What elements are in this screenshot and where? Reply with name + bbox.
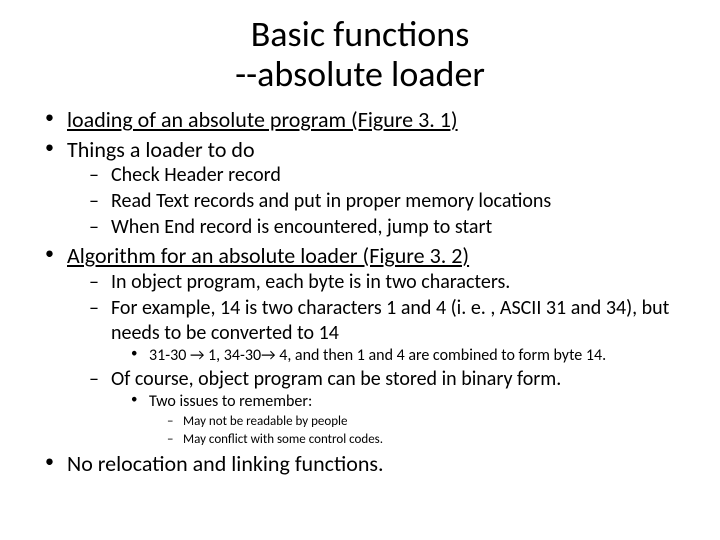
sub-binary-form-text: Of course, object program can be stored … — [111, 367, 561, 391]
slide: Basic functions --absolute loader loadin… — [0, 0, 720, 540]
sub-binary-form: Of course, object program can be stored … — [67, 367, 695, 448]
sub-object-byte: In object program, each byte is in two c… — [67, 270, 695, 295]
sub-example-14-text: For example, 14 is two characters 1 and … — [111, 296, 669, 345]
sub-two-issues: Two issues to remember: May not be reada… — [111, 392, 695, 448]
issues-sublist: May not be readable by people May confli… — [149, 413, 695, 448]
bullet-things-text: Things a loader to do — [67, 136, 255, 163]
bullet-things: Things a loader to do Check Header recor… — [25, 136, 695, 241]
title-line-2: --absolute loader — [235, 52, 485, 96]
sub-two-issues-text: Two issues to remember: — [149, 392, 312, 411]
bullet-loading-text: loading of an absolute program (Figure 3… — [67, 106, 458, 133]
issue-not-readable: May not be readable by people — [149, 413, 695, 431]
sub-31-30: 31-30 → 1, 34-30→ 4, and then 1 and 4 ar… — [111, 346, 695, 367]
sub-example-14: For example, 14 is two characters 1 and … — [67, 296, 695, 367]
sub-check-header: Check Header record — [67, 163, 695, 188]
sub-end-record: When End record is encountered, jump to … — [67, 215, 695, 240]
things-sublist: Check Header record Read Text records an… — [67, 163, 695, 240]
slide-title: Basic functions --absolute loader — [25, 15, 695, 94]
bullet-no-relocation: No relocation and linking functions. — [25, 450, 695, 478]
binary-sublist: Two issues to remember: May not be reada… — [111, 392, 695, 448]
bullet-algorithm-text: Algorithm for an absolute loader (Figure… — [67, 242, 469, 269]
algorithm-sublist: In object program, each byte is in two c… — [67, 270, 695, 449]
sub-read-text: Read Text records and put in proper memo… — [67, 189, 695, 214]
bullet-list: loading of an absolute program (Figure 3… — [25, 106, 695, 478]
example-sublist: 31-30 → 1, 34-30→ 4, and then 1 and 4 ar… — [111, 346, 695, 367]
title-line-1: Basic functions — [251, 12, 470, 56]
bullet-algorithm: Algorithm for an absolute loader (Figure… — [25, 242, 695, 448]
issue-conflict-codes: May conflict with some control codes. — [149, 431, 695, 449]
bullet-loading: loading of an absolute program (Figure 3… — [25, 106, 695, 134]
